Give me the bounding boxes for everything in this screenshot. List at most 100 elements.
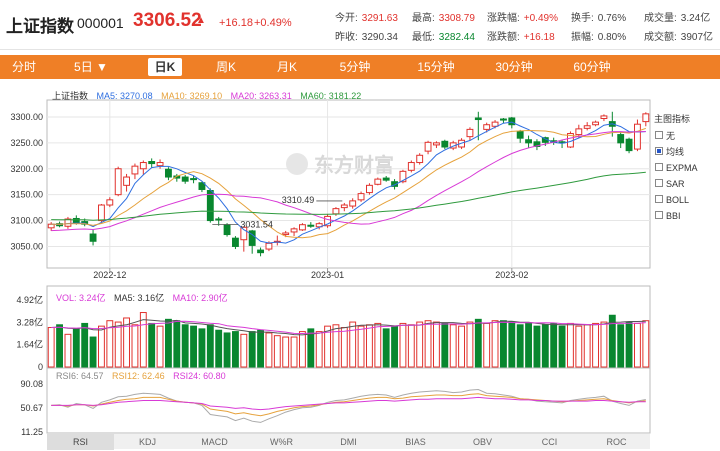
indicator-panel-title: 主图指标 <box>654 114 691 124</box>
candle-body <box>625 138 633 152</box>
volume-bar <box>148 322 156 368</box>
volume-bar <box>433 321 440 368</box>
ma20-line <box>51 131 646 232</box>
candle-body <box>600 115 608 120</box>
volume-bar <box>424 320 432 368</box>
candle <box>139 160 147 175</box>
x-tick-label: 2023-01 <box>311 270 344 280</box>
indicator-option[interactable]: 均线 <box>654 146 720 162</box>
candle-body <box>257 249 264 254</box>
candle-body <box>290 228 298 233</box>
indicator-tab-2[interactable]: MACD <box>181 434 248 450</box>
candle <box>181 174 189 184</box>
candle-body <box>433 142 440 146</box>
volume-bar <box>315 331 323 368</box>
candle <box>340 202 348 212</box>
candle <box>625 137 633 154</box>
candle <box>424 140 432 155</box>
indicator-tab-3[interactable]: W%R <box>248 434 315 450</box>
candle-body <box>131 165 139 175</box>
indicator-option[interactable]: BBI <box>654 210 720 226</box>
volume-bar <box>600 321 608 368</box>
indicator-tab-8[interactable]: ROC <box>583 434 650 450</box>
candle <box>324 214 331 228</box>
rsi-legend: RSI6: 64.57 RSI12: 62.46 RSI24: 60.80 <box>56 371 226 381</box>
volume-bar <box>525 322 532 368</box>
candle <box>131 163 139 180</box>
candle-body <box>232 237 239 247</box>
y-tick-label: 3050.00 <box>10 241 43 251</box>
volume-bar <box>617 324 625 368</box>
volume-bar <box>382 328 390 368</box>
candle-body <box>123 176 130 186</box>
indicator-tab-1[interactable]: KDJ <box>114 434 181 450</box>
candle <box>114 166 122 197</box>
volume-bar <box>290 336 298 368</box>
candle <box>433 141 440 149</box>
candle-body <box>156 162 164 167</box>
candle <box>374 177 382 186</box>
volume-bar <box>232 331 239 368</box>
checkbox-icon[interactable] <box>655 179 663 187</box>
checkbox-icon[interactable] <box>655 163 663 171</box>
candle <box>533 139 541 151</box>
indicator-tab-6[interactable]: OBV <box>449 434 516 450</box>
indicator-tabs: RSI KDJ MACD W%R DMI BIAS OBV CCI ROC <box>47 433 650 450</box>
checkbox-icon[interactable] <box>655 195 663 203</box>
volume-bar <box>634 322 641 368</box>
indicator-option[interactable]: 无 <box>654 130 720 146</box>
candle <box>642 112 650 127</box>
indicator-option[interactable]: BOLL <box>654 194 720 210</box>
volume-bar <box>441 322 449 368</box>
candle-body <box>575 128 583 136</box>
candle <box>148 158 156 168</box>
candle <box>634 119 641 152</box>
volume-bar <box>558 325 566 368</box>
volume-bar <box>391 325 398 368</box>
indicator-tab-0[interactable]: RSI <box>47 434 114 450</box>
high-annotation: 3310.49 <box>282 195 315 205</box>
legend-rsi6: RSI6: 64.57 <box>56 371 104 381</box>
candle <box>232 236 239 250</box>
checkbox-icon[interactable] <box>655 147 663 155</box>
candle <box>441 139 449 150</box>
volume-bar <box>407 324 415 368</box>
candle-body <box>98 204 105 222</box>
indicator-tab-7[interactable]: CCI <box>516 434 583 450</box>
volume-bar <box>240 333 248 368</box>
chart-canvas[interactable]: 东方财富 3300.00 3250.00 3200.00 3150.00 3100.00… <box>0 0 720 451</box>
candle-body <box>190 178 197 181</box>
candle <box>64 216 72 229</box>
indicator-tab-4[interactable]: DMI <box>315 434 382 450</box>
volume-bar <box>458 325 465 368</box>
candle-body <box>525 139 532 144</box>
candle-body <box>165 168 172 178</box>
indicator-option-label: 无 <box>666 131 676 141</box>
candle-body <box>583 125 591 129</box>
candle-body <box>424 141 432 152</box>
volume-bar <box>357 325 365 368</box>
indicator-option[interactable]: EXPMA <box>654 162 720 178</box>
candle-body <box>357 193 365 201</box>
rsi-line-rsi12 <box>51 393 646 417</box>
volume-bar <box>466 321 474 368</box>
legend-vol: VOL: 3.24亿 <box>56 293 106 303</box>
watermark-logo-icon <box>286 153 308 175</box>
volume-bar <box>533 325 541 368</box>
rsi-line-rsi6 <box>51 388 646 423</box>
watermark-text: 东方财富 <box>314 153 394 177</box>
volume-bar <box>190 325 197 368</box>
candle-body <box>332 208 340 215</box>
candle-body <box>181 176 189 182</box>
volume-bar <box>114 321 122 368</box>
candle <box>600 114 608 122</box>
checkbox-icon[interactable] <box>655 211 663 219</box>
indicator-option[interactable]: SAR <box>654 178 720 194</box>
volume-bar <box>273 335 281 368</box>
volume-bar <box>366 324 373 368</box>
low-annotation: 3031.54 <box>240 220 273 230</box>
candle-body <box>500 118 507 121</box>
indicator-tab-5[interactable]: BIAS <box>382 434 449 450</box>
watermark: 东方财富 <box>286 153 394 177</box>
checkbox-icon[interactable] <box>655 131 663 139</box>
